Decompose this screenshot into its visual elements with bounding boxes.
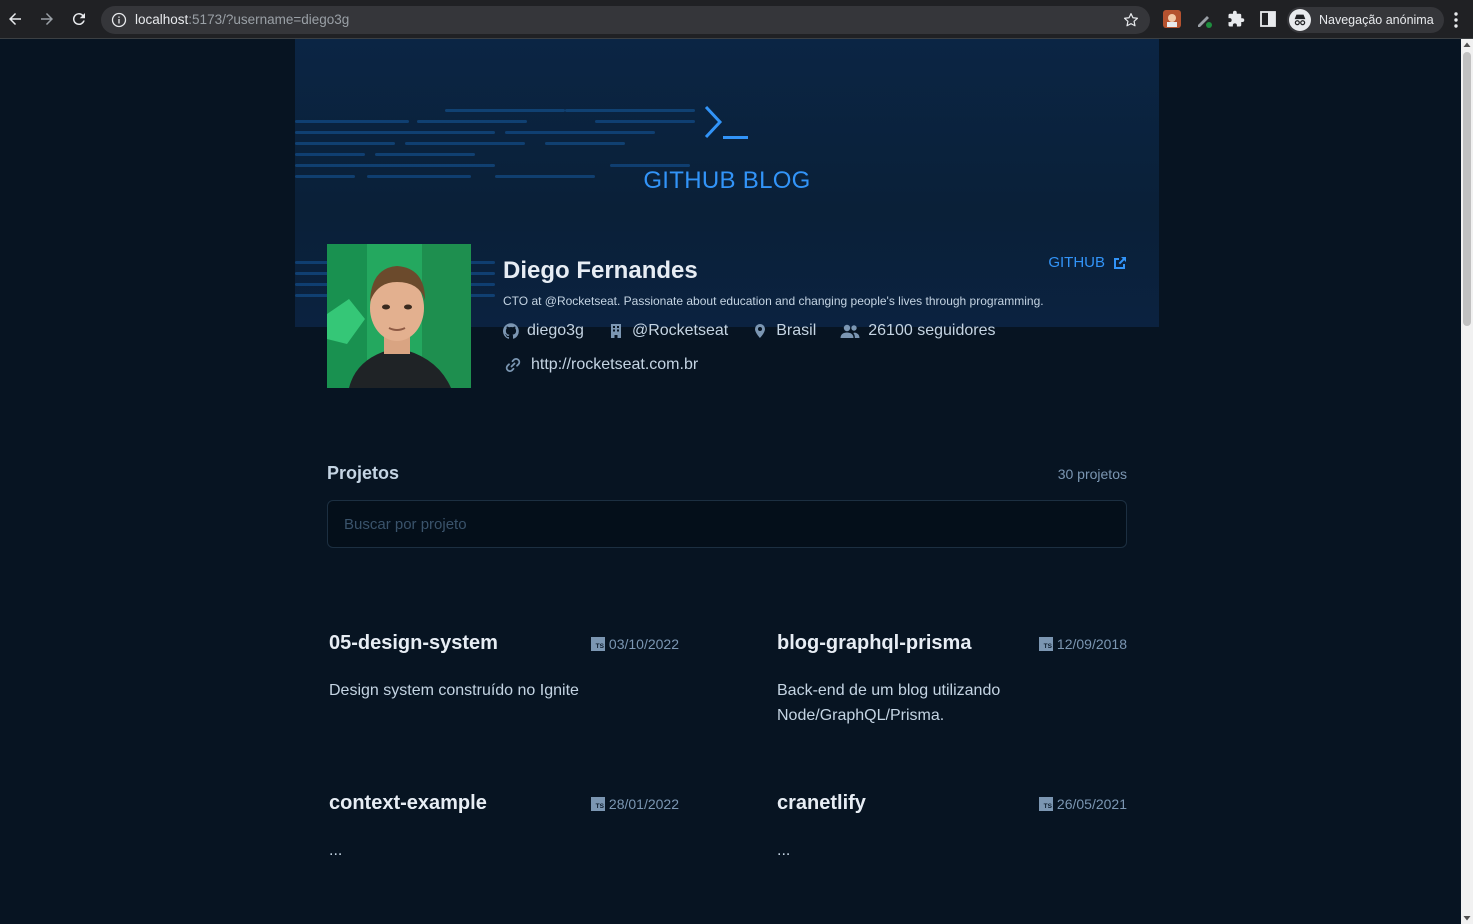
meta-username: diego3g [503, 322, 584, 340]
forward-button[interactable] [36, 8, 58, 30]
project-title[interactable]: 05-design-system [329, 632, 498, 655]
reload-button[interactable] [68, 8, 90, 30]
incognito-profile-button[interactable]: Navegação anónima [1287, 7, 1444, 33]
search-input[interactable] [327, 500, 1127, 548]
arrow-right-icon [41, 13, 53, 25]
company-text: @Rocketseat [631, 322, 729, 339]
project-title[interactable]: cranetlify [777, 792, 866, 815]
project-date-text: 28/01/2022 [608, 796, 679, 812]
project-date: TS 28/01/2022 [590, 796, 679, 812]
profile-label: Navegação anónima [1319, 13, 1434, 27]
terminal-logo-icon [704, 105, 748, 139]
meta-company: @Rocketseat [608, 322, 728, 340]
link-icon [505, 358, 521, 372]
bookmark-star-icon[interactable] [1122, 11, 1140, 29]
projects-count: 30 projetos [1057, 466, 1127, 482]
extension-avatar-icon [1163, 10, 1181, 28]
project-description: ... [777, 842, 791, 859]
project-title[interactable]: blog-graphql-prisma [777, 632, 971, 655]
project-date: TS 12/09/2018 [1038, 636, 1127, 652]
incognito-icon [1289, 9, 1311, 31]
profile-bio: CTO at @Rocketseat. Passionate about edu… [503, 294, 1044, 308]
scroll-up-icon[interactable] [1463, 41, 1471, 49]
github-icon [503, 323, 519, 339]
extension-icon-1[interactable] [1163, 10, 1181, 28]
side-panel-button[interactable] [1259, 10, 1277, 28]
profile-meta-row: diego3g @Rocketseat Brasil 26100 seguido… [503, 322, 995, 340]
meta-website[interactable]: http://rocketseat.com.br [503, 356, 698, 374]
pen-extension-icon [1198, 16, 1212, 28]
extensions-button[interactable] [1227, 10, 1245, 28]
info-icon[interactable] [111, 12, 127, 28]
typescript-icon: TS [1038, 797, 1053, 811]
url-text[interactable]: localhost:5173/?username=diego3g [135, 12, 349, 27]
avatar [327, 244, 471, 388]
profile-website-row: http://rocketseat.com.br [503, 356, 698, 374]
users-icon [840, 324, 860, 338]
meta-location: Brasil [752, 322, 816, 340]
username-text: diego3g [527, 322, 584, 339]
side-panel-icon [1260, 11, 1276, 27]
location-pin-icon [755, 324, 766, 338]
website-text[interactable]: http://rocketseat.com.br [531, 356, 698, 374]
puzzle-icon [1228, 10, 1245, 27]
typescript-icon: TS [590, 797, 605, 811]
meta-followers: 26100 seguidores [840, 322, 995, 340]
project-description: Design system construído no Ignite [329, 682, 579, 699]
project-description: Back-end de um blog utilizando Node/Grap… [777, 682, 1001, 724]
page-scrollbar[interactable] [1461, 39, 1473, 924]
project-date-text: 03/10/2022 [608, 636, 679, 652]
arrow-left-icon [9, 13, 21, 25]
external-link-icon [1114, 256, 1126, 269]
project-description: ... [329, 842, 343, 859]
browser-toolbar: localhost:5173/?username=diego3g Navegaç… [0, 0, 1473, 39]
more-menu-icon[interactable] [1448, 10, 1464, 30]
address-bar[interactable]: localhost:5173/?username=diego3g [101, 6, 1150, 34]
project-title[interactable]: context-example [329, 792, 487, 815]
page-content: GITHUB BLOG Diego Fernandes GITHUB CTO a… [0, 39, 1461, 924]
github-link[interactable]: GITHUB [1048, 254, 1127, 271]
typescript-icon: TS [590, 637, 605, 651]
reload-icon [72, 13, 85, 26]
scroll-down-icon[interactable] [1463, 914, 1471, 922]
project-date: TS 26/05/2021 [1038, 796, 1127, 812]
logo-title: GITHUB BLOG [643, 167, 811, 194]
project-date-text: 12/09/2018 [1056, 636, 1127, 652]
location-text: Brasil [776, 322, 817, 339]
project-date: TS 03/10/2022 [590, 636, 679, 652]
extension-icon-2[interactable] [1195, 10, 1213, 28]
scrollbar-thumb[interactable] [1463, 52, 1471, 326]
github-link-label: GITHUB [1048, 254, 1105, 271]
projects-title: Projetos [327, 463, 400, 483]
followers-text: 26100 seguidores [868, 322, 996, 339]
profile-name: Diego Fernandes [503, 257, 698, 284]
typescript-icon: TS [1038, 637, 1053, 651]
building-icon [610, 324, 621, 338]
back-button[interactable] [4, 8, 26, 30]
project-date-text: 26/05/2021 [1056, 796, 1127, 812]
